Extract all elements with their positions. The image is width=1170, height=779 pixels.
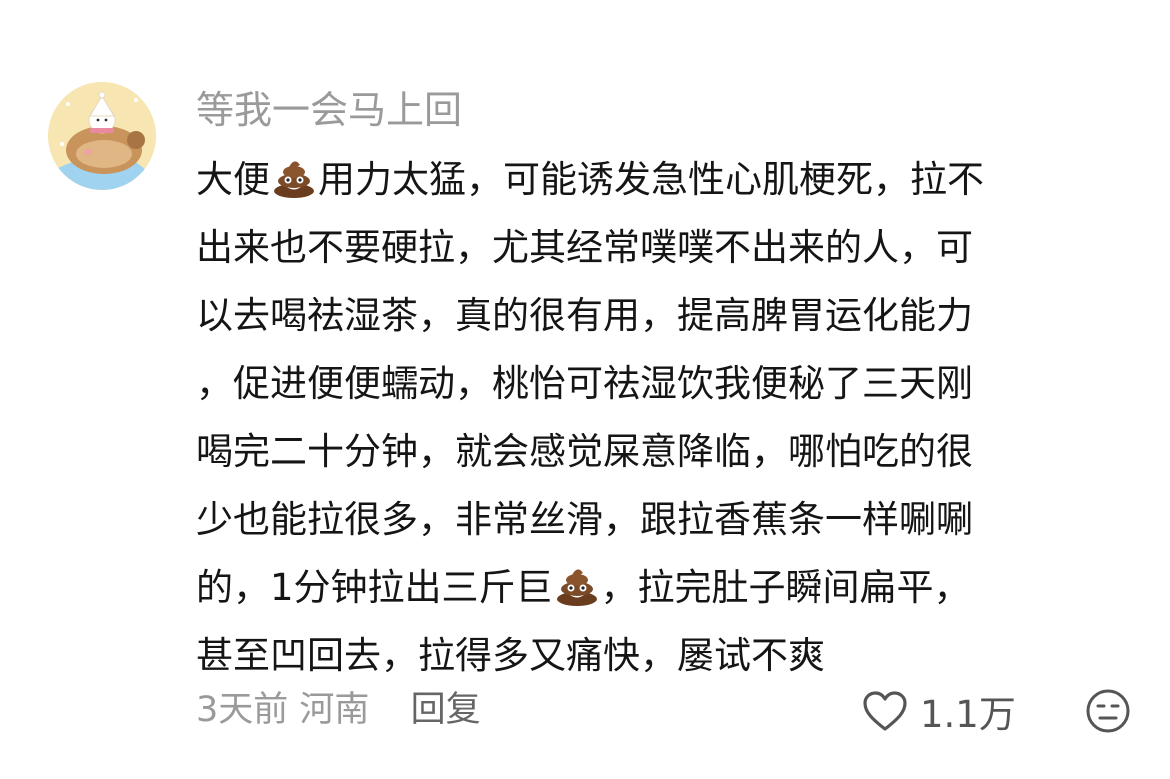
- heart-outline-icon: [863, 691, 907, 731]
- comment-footer: 3天前 河南 回复: [196, 684, 481, 736]
- content-text: 大便: [196, 158, 270, 201]
- content-line: 喝完二十分钟，就会感觉屎意降临，哪怕吃的很: [196, 430, 973, 473]
- avatar[interactable]: [48, 82, 156, 190]
- reply-button[interactable]: 回复: [411, 690, 481, 730]
- comment-location: 河南: [299, 690, 370, 730]
- content-text: ，拉完肚子瞬间扁平，: [600, 566, 971, 609]
- content-text: 的，1分钟拉出三斤巨: [196, 566, 553, 609]
- content-line: 出来也不要硬拉，尤其经常噗噗不出来的人，可: [196, 226, 973, 269]
- poop-emoji: [556, 569, 597, 606]
- avatar-image: [48, 82, 156, 190]
- like-count: 1.1万: [920, 693, 1016, 736]
- like-button[interactable]: 1.1万: [862, 686, 1016, 736]
- poop-emoji: [274, 161, 314, 198]
- neutral-face-icon[interactable]: [1085, 688, 1131, 734]
- content-line: 甚至凹回去，拉得多又痛快，屡试不爽: [196, 634, 825, 677]
- comment-content: 大便 用力太猛，可能诱发急性心肌梗死，拉不 出来也不要硬拉，尤其经常噗噗不出来的…: [196, 146, 1108, 690]
- username[interactable]: 等我一会马上回: [196, 84, 462, 136]
- comment-item: 等我一会马上回 大便 用力太猛，可能诱发急性心肌梗死，拉不 出来也不要硬拉，尤其…: [0, 0, 1170, 779]
- comment-time: 3天前: [196, 690, 289, 730]
- content-line: 以去喝祛湿茶，真的很有用，提高脾胃运化能力: [196, 294, 973, 337]
- content-line: ，促进便便蠕动，桃怡可祛湿饮我便秘了三天刚: [196, 362, 973, 405]
- content-line: 的，1分钟拉出三斤巨 ，拉完肚子瞬间扁平，: [196, 554, 1108, 622]
- content-line: 少也能拉很多，非常丝滑，跟拉香蕉条一样唰唰: [196, 498, 973, 541]
- content-line: 大便 用力太猛，可能诱发急性心肌梗死，拉不: [196, 146, 1108, 214]
- content-text: 用力太猛，可能诱发急性心肌梗死，拉不: [318, 158, 984, 201]
